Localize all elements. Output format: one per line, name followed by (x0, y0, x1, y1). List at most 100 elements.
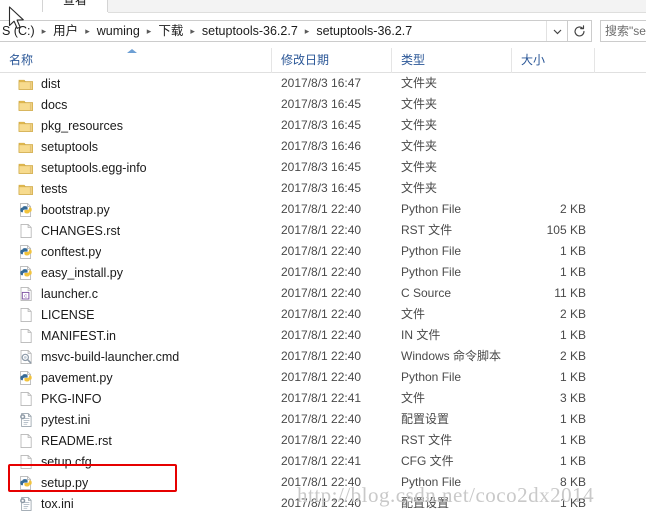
breadcrumb-segment[interactable]: wuming (94, 21, 143, 41)
file-size (512, 136, 595, 157)
file-row-name-cell[interactable]: bootstrap.py (0, 199, 272, 220)
file-size: 1 KB (559, 244, 586, 258)
file-type: CFG 文件 (401, 454, 454, 468)
breadcrumb-segment[interactable]: 用户 (50, 21, 81, 41)
cmd-script-icon (20, 349, 32, 364)
refresh-button[interactable] (568, 20, 592, 42)
breadcrumb-segment[interactable]: setuptools-36.2.7 (199, 21, 301, 41)
file-size: 1 KB (559, 265, 586, 279)
file-row-name-cell[interactable]: c launcher.c (0, 283, 272, 304)
file-name-label: pytest.ini (41, 412, 91, 427)
breadcrumb[interactable]: S (C:) ▸ 用户 ▸ wuming ▸ 下载 ▸ setuptools-36.2.7 ▸ se… (0, 21, 546, 41)
file-row-name-cell[interactable]: conftest.py (0, 241, 272, 262)
python-file-icon (20, 244, 32, 259)
breadcrumb-separator-icon: ▸ (190, 26, 195, 36)
file-row[interactable]: docs 2017/8/3 16:45 文件夹 (0, 94, 646, 115)
file-row-name-cell[interactable]: docs (0, 94, 272, 115)
config-settings-icon (20, 496, 32, 511)
file-name-label: PKG-INFO (41, 391, 102, 406)
file-row[interactable]: easy_install.py 2017/8/1 22:40 Python File… (0, 262, 646, 283)
file-type: RST 文件 (401, 433, 453, 447)
file-row-name-cell[interactable]: setuptools.egg-info (0, 157, 272, 178)
ribbon-tab-view[interactable]: 查看 (42, 0, 108, 12)
file-row[interactable]: PKG-INFO 2017/8/1 22:41 文件 3 KB (0, 388, 646, 409)
column-header-size[interactable]: 大小 (512, 48, 595, 73)
file-type: 文件夹 (401, 97, 438, 111)
file-date-modified: 2017/8/3 16:45 (281, 118, 362, 132)
file-row[interactable]: setup.cfg 2017/8/1 22:41 CFG 文件 1 KB (0, 451, 646, 472)
column-header-date-modified[interactable]: 修改日期 (272, 48, 392, 73)
file-row-name-cell[interactable]: MANIFEST.in (0, 325, 272, 346)
file-row-name-cell[interactable]: setup.py (0, 472, 272, 493)
file-row-name-cell[interactable]: pytest.ini (0, 409, 272, 430)
blank-file-icon (20, 433, 32, 448)
file-type: Python File (401, 475, 462, 489)
file-row-name-cell[interactable]: CHANGES.rst (0, 220, 272, 241)
file-date-modified: 2017/8/3 16:46 (281, 139, 362, 153)
file-date-modified: 2017/8/1 22:40 (281, 223, 362, 237)
file-size (512, 73, 595, 94)
file-row[interactable]: pavement.py 2017/8/1 22:40 Python File 1 KB (0, 367, 646, 388)
python-file-icon (20, 370, 32, 385)
file-name-label: setuptools.egg-info (41, 160, 147, 175)
file-row-name-cell[interactable]: setup.cfg (0, 451, 272, 472)
file-name-label: bootstrap.py (41, 202, 110, 217)
file-row-name-cell[interactable]: README.rst (0, 430, 272, 451)
file-row[interactable]: setup.py 2017/8/1 22:40 Python File 8 KB (0, 472, 646, 493)
file-row-name-cell[interactable]: tests (0, 178, 272, 199)
file-size (512, 157, 595, 178)
svg-text:c: c (24, 293, 27, 299)
file-row[interactable]: pkg_resources 2017/8/3 16:45 文件夹 (0, 115, 646, 136)
file-row-name-cell[interactable]: pavement.py (0, 367, 272, 388)
column-header-row: 名称 修改日期 类型 大小 (0, 48, 646, 73)
column-header-type[interactable]: 类型 (392, 48, 512, 73)
breadcrumb-separator-icon: ▸ (146, 26, 152, 36)
file-row[interactable]: conftest.py 2017/8/1 22:40 Python File 1 KB (0, 241, 646, 262)
file-row-name-cell[interactable]: dist (0, 73, 272, 94)
file-row[interactable]: setuptools.egg-info 2017/8/3 16:45 文件夹 (0, 157, 646, 178)
file-row-name-cell[interactable]: PKG-INFO (0, 388, 272, 409)
search-input[interactable] (601, 23, 646, 39)
file-row[interactable]: setuptools 2017/8/3 16:46 文件夹 (0, 136, 646, 157)
file-size: 1 KB (559, 412, 586, 426)
file-name-label: easy_install.py (41, 265, 123, 280)
address-bar[interactable]: S (C:) ▸ 用户 ▸ wuming ▸ 下载 ▸ setuptools-36.2.7 ▸ se… (0, 20, 568, 42)
column-header-name[interactable]: 名称 (0, 48, 272, 73)
file-row[interactable]: c launcher.c 2017/8/1 22:40 C Source 11 KB (0, 283, 646, 304)
file-row-name-cell[interactable]: tox.ini (0, 493, 272, 514)
config-settings-icon (20, 412, 32, 427)
chevron-down-icon[interactable] (546, 21, 567, 41)
file-row-name-cell[interactable]: LICENSE (0, 304, 272, 325)
file-row[interactable]: bootstrap.py 2017/8/1 22:40 Python File 2 K… (0, 199, 646, 220)
file-row[interactable]: LICENSE 2017/8/1 22:40 文件 2 KB (0, 304, 646, 325)
file-type: 文件夹 (401, 181, 438, 195)
file-type: Python File (401, 244, 462, 258)
file-row-name-cell[interactable]: msvc-build-launcher.cmd (0, 346, 272, 367)
file-row[interactable]: msvc-build-launcher.cmd 2017/8/1 22:40 Win… (0, 346, 646, 367)
file-type: Python File (401, 202, 462, 216)
breadcrumb-segment[interactable]: setuptools-36.2.7 (313, 21, 415, 41)
file-row[interactable]: pytest.ini 2017/8/1 22:40 配置设置 1 KB (0, 409, 646, 430)
file-row[interactable]: tests 2017/8/3 16:45 文件夹 (0, 178, 646, 199)
file-row[interactable]: CHANGES.rst 2017/8/1 22:40 RST 文件 105 KB (0, 220, 646, 241)
file-row-name-cell[interactable]: easy_install.py (0, 262, 272, 283)
file-row[interactable]: tox.ini 2017/8/1 22:40 配置设置 1 KB (0, 493, 646, 514)
file-size: 2 KB (559, 307, 586, 321)
file-row[interactable]: README.rst 2017/8/1 22:40 RST 文件 1 KB (0, 430, 646, 451)
file-type: 配置设置 (401, 412, 450, 426)
folder-icon (18, 79, 33, 90)
file-row-name-cell[interactable]: pkg_resources (0, 115, 272, 136)
file-list[interactable]: dist 2017/8/3 16:47 文件夹 docs 2017/8/3 16:45 文… (0, 73, 646, 520)
file-name-label: MANIFEST.in (41, 328, 117, 343)
search-box[interactable] (600, 20, 646, 42)
file-row-name-cell[interactable]: setuptools (0, 136, 272, 157)
file-date-modified: 2017/8/1 22:40 (281, 475, 362, 489)
breadcrumb-segment[interactable]: S (C:) (0, 21, 38, 41)
file-row[interactable]: MANIFEST.in 2017/8/1 22:40 IN 文件 1 KB (0, 325, 646, 346)
file-name-label: LICENSE (41, 307, 95, 322)
file-date-modified: 2017/8/3 16:45 (281, 97, 362, 111)
python-file-icon (20, 202, 32, 217)
file-row[interactable]: dist 2017/8/3 16:47 文件夹 (0, 73, 646, 94)
breadcrumb-segment[interactable]: 下载 (155, 21, 186, 41)
file-type: C Source (401, 286, 452, 300)
